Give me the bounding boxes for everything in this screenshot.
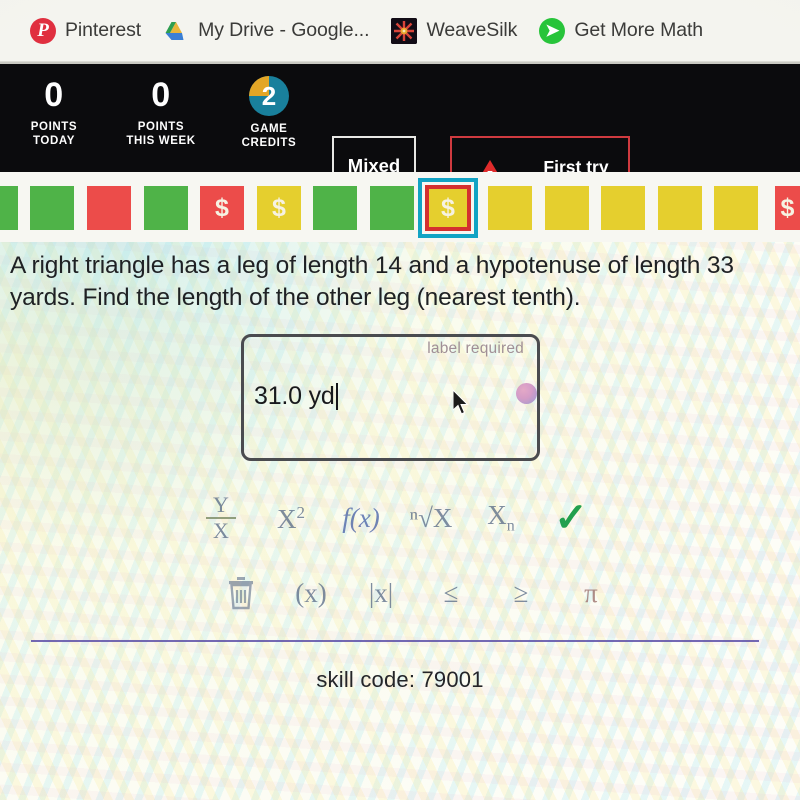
points-this-week-stat: 0 POINTS THIS WEEK <box>112 76 210 148</box>
progress-tile[interactable]: $ <box>257 186 301 230</box>
progress-tile[interactable] <box>313 186 357 230</box>
google-drive-icon <box>163 18 189 44</box>
progress-tile[interactable] <box>144 186 188 230</box>
game-credits-label-line2: CREDITS <box>241 137 297 149</box>
pi-tool-glyph: π <box>584 577 598 608</box>
function-tool-glyph: f(x) <box>342 502 380 533</box>
parentheses-tool[interactable]: (x) <box>276 567 346 619</box>
browser-screenshot: P Pinterest My Drive - Google... WeaveSi… <box>0 0 800 800</box>
answer-input-box[interactable]: label required 31.0 yd <box>241 334 540 461</box>
subscript-index: n <box>506 517 515 535</box>
fraction-denominator: X <box>213 518 229 543</box>
math-toolbar-row-2: (x) |x| ≤ ≥ π <box>206 567 626 619</box>
trash-icon <box>226 576 256 610</box>
dollar-icon: $ <box>441 193 455 222</box>
points-today-stat: 0 POINTS TODAY <box>10 76 98 148</box>
square-tool-glyph: X2 <box>277 504 305 533</box>
bookmark-pinterest[interactable]: P Pinterest <box>30 17 142 44</box>
fraction-numerator: Y <box>213 492 229 517</box>
points-week-label-line2: THIS WEEK <box>126 135 196 147</box>
math-toolbar-row-1: Y X X2 f(x) ⁿ√X Xn ✓ <box>186 492 606 544</box>
bookmark-label: My Drive - Google... <box>198 19 370 41</box>
bookmark-label: Get More Math <box>574 19 704 41</box>
points-week-label-line1: POINTS <box>137 121 185 133</box>
points-today-value: 0 <box>44 76 64 114</box>
progress-tile[interactable] <box>488 186 532 230</box>
text-caret <box>335 382 338 410</box>
points-today-label-line2: TODAY <box>33 135 75 147</box>
points-today-label: POINTS TODAY <box>10 120 98 148</box>
progress-tile[interactable] <box>87 186 131 230</box>
dollar-icon: $ <box>215 193 229 222</box>
weavesilk-icon <box>391 17 418 44</box>
label-required-hint: label required <box>427 340 524 357</box>
bookmark-my-drive[interactable]: My Drive - Google... <box>163 18 370 44</box>
skill-code-text: skill code: 79001 <box>316 667 484 692</box>
progress-tile[interactable]: $ <box>200 186 244 230</box>
nth-root-tool-glyph: ⁿ√X <box>409 502 453 533</box>
question-text: A right triangle has a leg of length 14 … <box>10 252 734 311</box>
square-base: X <box>277 503 297 534</box>
game-credits-stat[interactable]: 2 GAME CREDITS <box>228 76 310 150</box>
progress-tile[interactable] <box>714 186 758 230</box>
progress-tile[interactable] <box>370 186 414 230</box>
progress-tile[interactable]: $ <box>775 186 800 230</box>
bookmark-label: Pinterest <box>65 19 142 41</box>
subscript-tool[interactable]: Xn <box>466 492 536 544</box>
game-credits-badge-icon: 2 <box>249 76 289 116</box>
bookmark-weavesilk[interactable]: WeaveSilk <box>391 17 518 44</box>
submit-check-tool[interactable]: ✓ <box>536 492 606 544</box>
nth-root-tool[interactable]: ⁿ√X <box>396 492 466 544</box>
absolute-value-tool-glyph: |x| <box>368 577 394 608</box>
greater-equal-tool-glyph: ≥ <box>513 577 529 608</box>
less-equal-tool-glyph: ≤ <box>443 577 459 608</box>
answer-value-wrap: 31.0 yd <box>254 381 338 411</box>
game-credits-value: 2 <box>261 81 277 111</box>
less-equal-tool[interactable]: ≤ <box>416 567 486 619</box>
checkmark-icon: ✓ <box>554 496 588 540</box>
answer-input-value: 31.0 yd <box>254 382 335 410</box>
subscript-tool-glyph: Xn <box>487 499 515 535</box>
get-more-math-icon: ➤ <box>539 17 566 44</box>
progress-tile-strip: $ $ $ $ <box>0 172 800 242</box>
footer-divider <box>31 640 759 642</box>
progress-tile[interactable] <box>658 186 702 230</box>
bookmarks-bar: P Pinterest My Drive - Google... WeaveSi… <box>0 0 800 62</box>
progress-tile[interactable] <box>601 186 645 230</box>
progress-tile[interactable] <box>545 186 589 230</box>
game-credits-label: GAME CREDITS <box>228 122 310 150</box>
absolute-value-tool[interactable]: |x| <box>346 567 416 619</box>
parentheses-tool-glyph: (x) <box>295 577 327 608</box>
fraction-tool[interactable]: Y X <box>186 492 256 544</box>
progress-tile-selected-inner: $ <box>425 185 471 231</box>
trash-tool[interactable] <box>206 567 276 619</box>
greater-equal-tool[interactable]: ≥ <box>486 567 556 619</box>
bookmark-label: WeaveSilk <box>426 19 518 41</box>
bookmark-partial-edge <box>6 23 16 39</box>
progress-tile[interactable] <box>30 186 74 230</box>
problem-content-area: A right triangle has a leg of length 14 … <box>0 242 800 800</box>
game-credits-label-line1: GAME <box>250 123 288 135</box>
points-this-week-value: 0 <box>151 76 171 114</box>
dollar-icon: $ <box>272 193 286 222</box>
points-today-label-line1: POINTS <box>30 121 78 133</box>
points-this-week-label: POINTS THIS WEEK <box>112 120 210 148</box>
status-header: 0 POINTS TODAY 0 POINTS THIS WEEK 2 GAME… <box>0 62 800 220</box>
function-tool[interactable]: f(x) <box>326 492 396 544</box>
progress-tile-selected[interactable]: $ <box>418 178 478 238</box>
subscript-base: X <box>487 499 507 530</box>
pi-tool[interactable]: π <box>556 567 626 619</box>
progress-tile[interactable] <box>0 186 18 230</box>
dollar-icon: $ <box>780 193 795 222</box>
pinterest-icon: P <box>30 17 56 44</box>
answer-box-dot-icon[interactable] <box>516 383 537 404</box>
bookmark-get-more-math[interactable]: ➤ Get More Math <box>539 17 704 44</box>
square-exponent: 2 <box>296 502 306 522</box>
square-tool[interactable]: X2 <box>256 492 326 544</box>
